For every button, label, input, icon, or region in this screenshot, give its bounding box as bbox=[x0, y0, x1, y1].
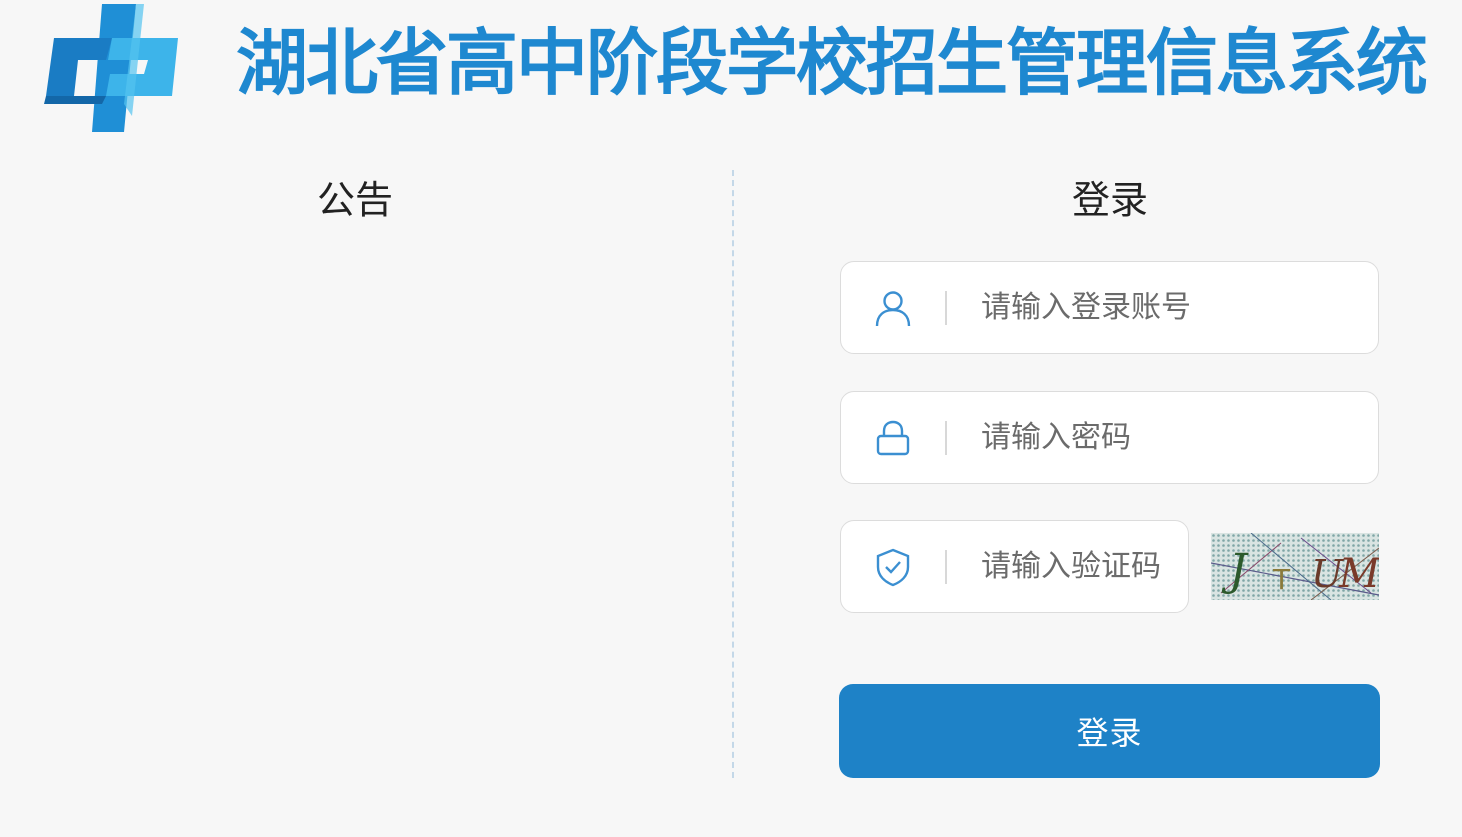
lock-icon bbox=[841, 392, 945, 483]
site-title: 湖北省高中阶段学校招生管理信息系统 bbox=[236, 21, 1428, 105]
svg-text:M: M bbox=[1338, 551, 1379, 597]
account-field[interactable] bbox=[840, 261, 1379, 354]
password-input[interactable] bbox=[981, 407, 1378, 468]
logo-icon bbox=[44, 4, 178, 132]
captcha-field[interactable] bbox=[840, 520, 1189, 613]
field-separator bbox=[945, 420, 947, 455]
svg-text:T: T bbox=[1272, 563, 1291, 596]
user-icon bbox=[841, 262, 945, 353]
notice-title: 公告 bbox=[316, 178, 393, 222]
field-separator bbox=[945, 290, 947, 325]
login-button[interactable]: 登录 bbox=[839, 684, 1380, 778]
password-field[interactable] bbox=[840, 391, 1379, 484]
captcha-input[interactable] bbox=[981, 536, 1188, 597]
section-divider bbox=[732, 170, 734, 778]
account-input[interactable] bbox=[981, 277, 1378, 338]
captcha-image[interactable]: J T U M bbox=[1211, 533, 1379, 600]
shield-check-icon bbox=[841, 521, 945, 612]
field-separator bbox=[945, 549, 947, 584]
login-title: 登录 bbox=[1071, 178, 1148, 222]
